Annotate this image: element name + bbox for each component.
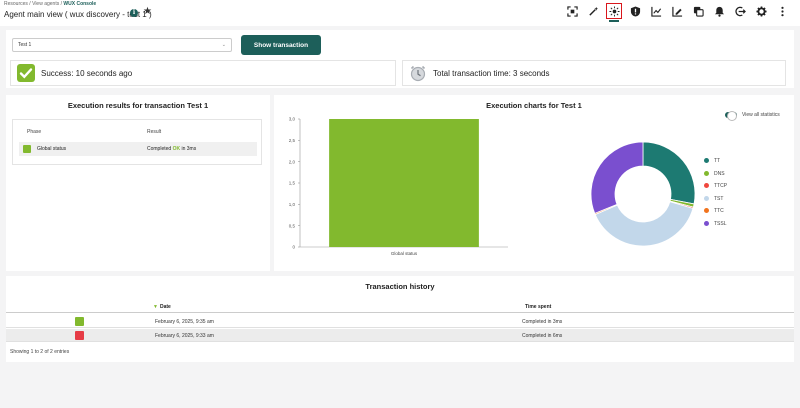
- transaction-history-panel: Transaction history ▼ Date Time spent Feb…: [6, 276, 794, 362]
- total-time-card: Total transaction time: 3 seconds: [402, 60, 786, 86]
- scan-icon[interactable]: [564, 3, 580, 19]
- chart-icon[interactable]: [648, 3, 664, 19]
- clock-icon: [410, 65, 426, 82]
- breadcrumb: Resources / View agents / WUX Console: [4, 1, 96, 7]
- y-tick-label: 1,5: [289, 181, 296, 186]
- legend-label: TSSL: [714, 220, 727, 227]
- result-suffix: in 3ms: [181, 146, 197, 152]
- execution-results-table: Phase Result Global status Completed OK …: [12, 119, 262, 165]
- legend-label: TT: [714, 158, 721, 164]
- legend-item[interactable]: DNS: [704, 171, 725, 177]
- total-time-text: Total transaction time: 3 seconds: [433, 69, 550, 78]
- y-tick-label: 1,0: [289, 202, 296, 207]
- logout-icon[interactable]: [732, 3, 748, 19]
- y-tick-label: 2,0: [289, 159, 296, 164]
- execution-results-panel: Execution results for transaction Test 1…: [6, 95, 270, 271]
- status-square: [75, 317, 84, 326]
- donut-slice: [590, 141, 644, 214]
- legend-label: TTC: [714, 208, 724, 214]
- filter-bar: Test 1 ⌄ Show transaction Success: 10 se…: [6, 30, 794, 88]
- donut-chart: [590, 141, 696, 247]
- bar-chart: 0 0,5 1,0 1,5 2,0 2,5 3,0 Global status: [289, 117, 508, 256]
- legend-item[interactable]: TST: [704, 196, 723, 202]
- info-icon[interactable]: i: [130, 9, 138, 17]
- check-icon: [17, 64, 35, 82]
- table-row: February 6, 2025, 9:35 am Completed in 3…: [6, 315, 794, 328]
- status-square: [23, 145, 31, 153]
- legend-dot: [704, 183, 709, 189]
- donut-slice: [642, 141, 696, 205]
- result-ok: OK: [172, 146, 181, 152]
- table-row: Global status Completed OK in 3ms: [19, 142, 257, 156]
- bell-icon[interactable]: [711, 3, 727, 19]
- transaction-select-value: Test 1: [18, 42, 32, 48]
- chevron-down-icon: ⌄: [221, 42, 226, 48]
- y-tick-label: 2,5: [289, 138, 296, 143]
- legend-item[interactable]: TTC: [704, 208, 724, 214]
- gear-icon[interactable]: [753, 3, 769, 19]
- time-cell: Completed in 3ms: [522, 318, 563, 325]
- table-row: February 6, 2025, 9:33 am Completed in 6…: [6, 329, 794, 342]
- legend-label: DNS: [714, 170, 725, 177]
- shield-icon[interactable]: [627, 3, 643, 19]
- view-all-statistics-label: View all statistics: [742, 112, 780, 118]
- y-tick-label: 0: [292, 245, 295, 250]
- time-cell: Completed in 6ms: [522, 332, 563, 339]
- legend-label: TST: [714, 195, 724, 202]
- sun-icon[interactable]: [606, 3, 622, 22]
- x-tick-label: Global status: [391, 251, 418, 256]
- wand-icon[interactable]: [585, 3, 601, 19]
- y-tick-label: 0,5: [289, 223, 296, 228]
- result-prefix: Completed: [147, 146, 172, 152]
- legend-dot: [704, 170, 709, 176]
- view-all-statistics-toggle[interactable]: [725, 111, 737, 121]
- date-cell: February 6, 2025, 9:35 am: [155, 318, 214, 325]
- transaction-history-title: Transaction history: [365, 282, 435, 291]
- execution-results-title: Execution results for transaction Test 1: [67, 101, 209, 110]
- breadcrumb-resources[interactable]: Resources: [4, 1, 28, 7]
- date-column-header[interactable]: ▼ Date: [153, 304, 171, 310]
- star-icon[interactable]: ★: [143, 7, 152, 17]
- phase-header: Phase: [27, 129, 42, 135]
- execution-charts-title: Execution charts for Test 1: [486, 101, 582, 110]
- y-tick-label: 3,0: [289, 117, 296, 122]
- status-square: [75, 331, 84, 340]
- legend-dot: [704, 220, 709, 226]
- top-bar: Resources / View agents / WUX Console Ag…: [0, 0, 800, 26]
- legend-item[interactable]: TT: [704, 158, 720, 164]
- bar: [329, 119, 479, 247]
- edit-chart-icon[interactable]: [669, 3, 685, 19]
- legend-item[interactable]: TSSL: [704, 221, 727, 227]
- execution-charts-panel: Execution charts for Test 1 View all sta…: [274, 95, 794, 271]
- breadcrumb-view-agents[interactable]: View agents: [32, 1, 59, 7]
- date-cell: February 6, 2025, 9:33 am: [155, 332, 214, 339]
- time-spent-column-header[interactable]: Time spent: [525, 304, 551, 310]
- result-header: Result: [147, 129, 162, 135]
- copy-icon[interactable]: [690, 3, 706, 19]
- breadcrumb-current: WUX Console: [63, 1, 97, 7]
- phase-cell: Global status: [37, 146, 67, 152]
- legend-dot: [704, 158, 709, 164]
- show-transaction-button[interactable]: Show transaction: [241, 35, 321, 55]
- legend-dot: [704, 195, 709, 201]
- entries-summary: Showing 1 to 2 of 2 entries: [10, 349, 70, 355]
- legend-label: TTCP: [714, 183, 728, 189]
- date-header-label: Date: [159, 304, 171, 310]
- success-card: Success: 10 seconds ago: [10, 60, 396, 86]
- legend-dot: [704, 208, 709, 214]
- result-cell: Completed OK in 3ms: [147, 146, 196, 152]
- legend-item[interactable]: TTCP: [704, 183, 727, 189]
- more-icon[interactable]: [774, 3, 790, 19]
- transaction-select[interactable]: Test 1 ⌄: [12, 38, 232, 52]
- sort-icon: ▼: [153, 304, 158, 310]
- history-header-row: ▼ Date Time spent: [6, 301, 794, 313]
- success-text: Success: 10 seconds ago: [41, 69, 133, 78]
